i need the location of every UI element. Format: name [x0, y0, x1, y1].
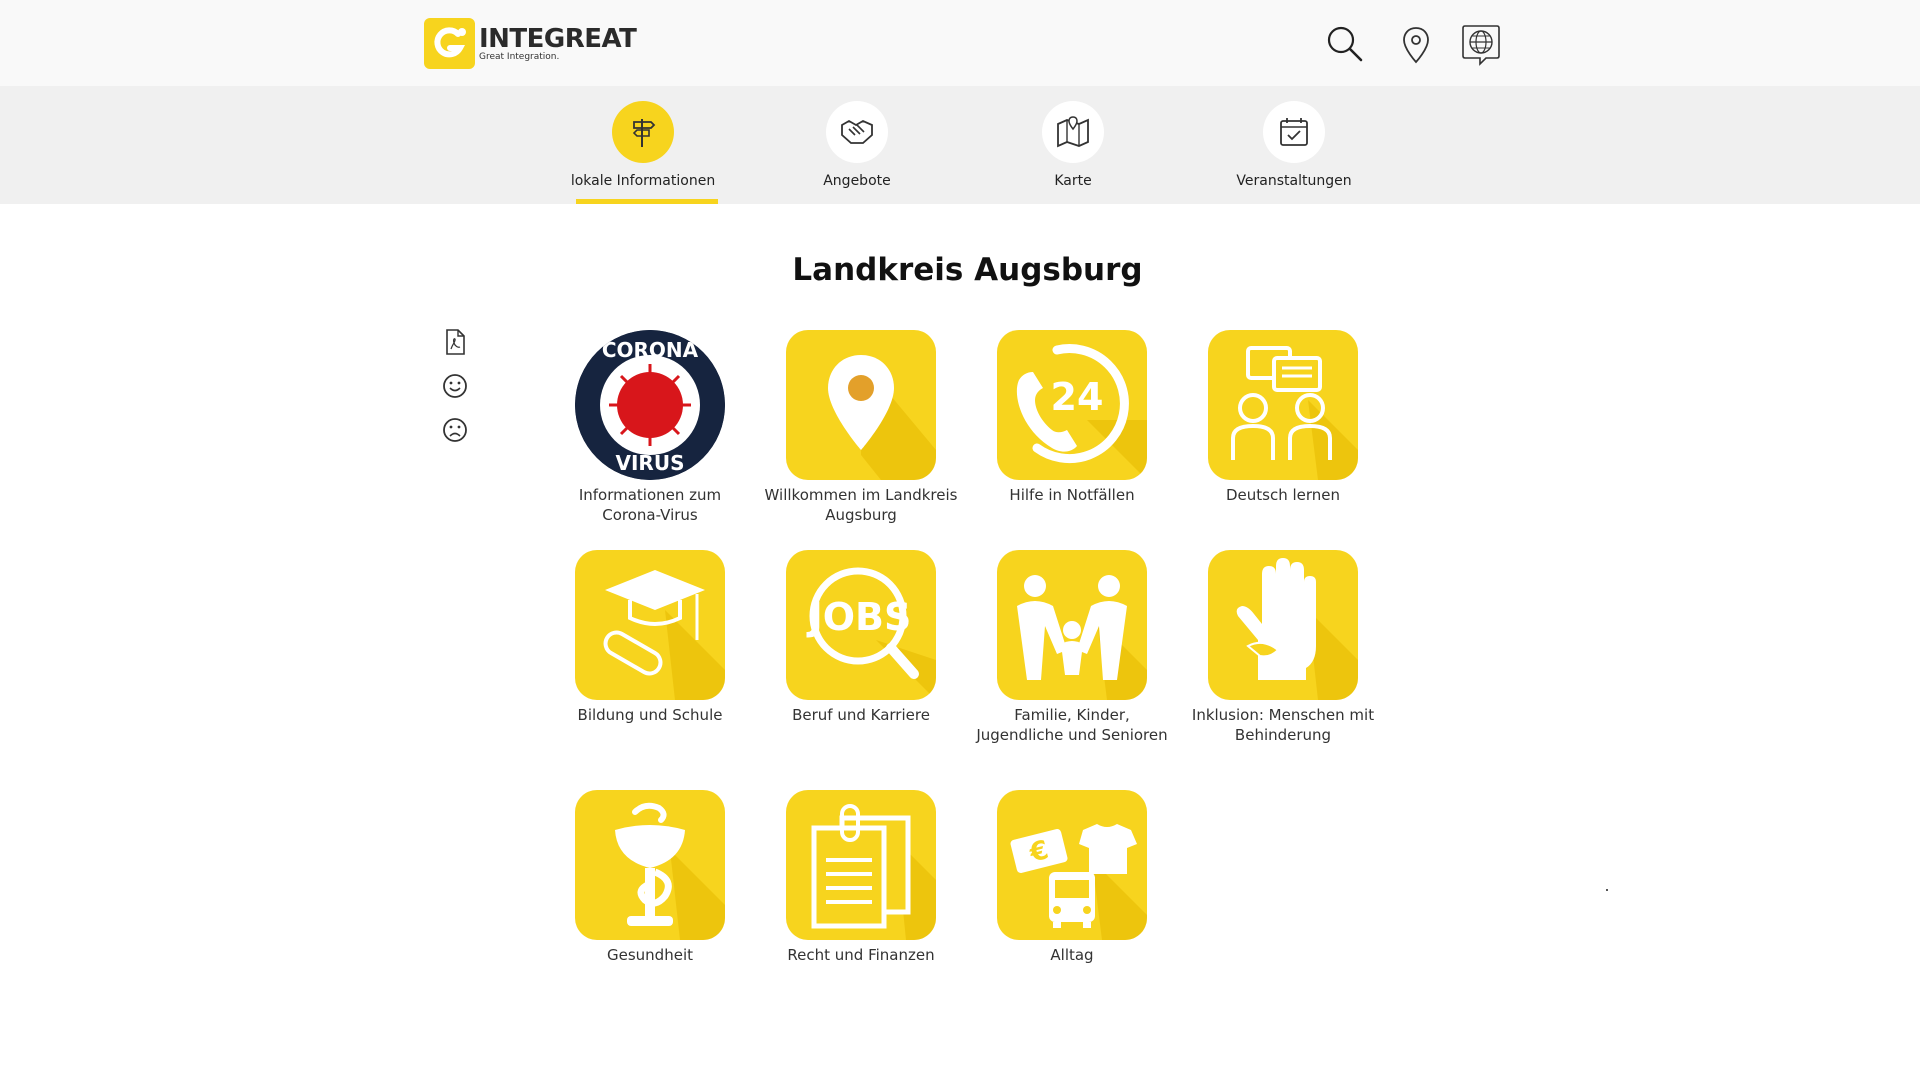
tile-label: Familie, Kinder, Jugendliche und Seniore… [976, 706, 1168, 744]
tab-label: Karte [1054, 173, 1092, 189]
sad-face-icon[interactable] [440, 415, 470, 445]
side-tools [440, 327, 470, 459]
map-icon [1057, 116, 1089, 148]
tile-alltag[interactable]: € Alltag [972, 790, 1172, 965]
page-title: Landkreis Augsburg [792, 252, 1143, 288]
handshake-icon [841, 119, 873, 144]
graduation-cap-icon [575, 550, 725, 700]
tile-label: Informationen zum Corona-Virus [578, 486, 722, 524]
corona-badge-top: CORONA [602, 338, 699, 362]
phone-24-icon: 24 [997, 330, 1147, 480]
tab-angebote[interactable]: Angebote [782, 86, 932, 204]
logo-name: INTEGREAT [479, 23, 637, 54]
calendar-check-icon [1280, 118, 1308, 146]
tile-label: Willkommen im Landkreis Augsburg [764, 486, 958, 524]
helping-hand-icon [1208, 550, 1358, 700]
tab-veranstaltungen[interactable]: Veranstaltungen [1219, 86, 1369, 204]
tile-gesundheit[interactable]: Gesundheit [550, 790, 750, 965]
tile-label: Beruf und Karriere [792, 706, 930, 724]
category-tab-bar: lokale Informationen Angebote Karte Vera… [0, 86, 1920, 204]
top-header: INTEGREAT Great Integration. [0, 0, 1920, 86]
badge-24: 24 [1051, 375, 1104, 419]
logo-mark-icon [424, 18, 475, 69]
tab-label: Angebote [823, 173, 891, 189]
tile-corona-virus[interactable]: CORONA VIRUS Informationen zum Corona-Vi… [550, 330, 750, 525]
tile-label: Alltag [1050, 946, 1094, 964]
health-aesculapius-icon [575, 790, 725, 940]
stray-dot [1606, 889, 1608, 891]
tile-label: Hilfe in Notfällen [1009, 486, 1135, 504]
documents-icon [786, 790, 936, 940]
tile-recht-finanzen[interactable]: Recht und Finanzen [761, 790, 961, 965]
tab-karte[interactable]: Karte [998, 86, 1148, 204]
tile-hilfe-notfaellen[interactable]: 24 Hilfe in Notfällen [972, 330, 1172, 505]
tile-label: Inklusion: Menschen mit Behinderung [1191, 706, 1375, 744]
logo-tagline: Great Integration. [479, 51, 560, 62]
tile-beruf-karriere[interactable]: JOBS Beruf und Karriere [761, 550, 961, 725]
tile-label: Gesundheit [607, 946, 693, 964]
tile-familie[interactable]: Familie, Kinder, Jugendliche und Seniore… [972, 550, 1172, 745]
tile-deutsch-lernen[interactable]: Deutsch lernen [1183, 330, 1383, 505]
everyday-life-icon: € [997, 790, 1147, 940]
jobs-search-icon: JOBS [786, 550, 936, 700]
language-globe-icon[interactable] [1460, 22, 1500, 66]
tab-lokale-informationen[interactable]: lokale Informationen [568, 86, 718, 204]
corona-badge-bottom: VIRUS [616, 451, 685, 475]
tile-bildung-schule[interactable]: Bildung und Schule [550, 550, 750, 725]
tile-label: Recht und Finanzen [787, 946, 935, 964]
corona-virus-icon: CORONA VIRUS [575, 330, 725, 480]
badge-jobs: JOBS [806, 595, 912, 639]
tab-label: lokale Informationen [570, 173, 716, 189]
tile-inklusion[interactable]: Inklusion: Menschen mit Behinderung [1183, 550, 1383, 745]
location-pin-icon [786, 330, 936, 480]
happy-face-icon[interactable] [440, 371, 470, 401]
search-icon[interactable] [1325, 24, 1365, 66]
tile-label: Deutsch lernen [1225, 486, 1341, 504]
active-tab-indicator [576, 199, 718, 204]
signpost-icon [632, 119, 656, 147]
location-pin-icon[interactable] [1396, 24, 1436, 66]
tile-label: Bildung und Schule [577, 706, 723, 724]
integreat-logo[interactable]: INTEGREAT Great Integration. [424, 18, 637, 69]
tab-label: Veranstaltungen [1236, 173, 1352, 189]
pdf-icon[interactable] [440, 327, 470, 357]
family-icon [997, 550, 1147, 700]
tile-willkommen[interactable]: Willkommen im Landkreis Augsburg [761, 330, 961, 525]
conversation-icon [1208, 330, 1358, 480]
